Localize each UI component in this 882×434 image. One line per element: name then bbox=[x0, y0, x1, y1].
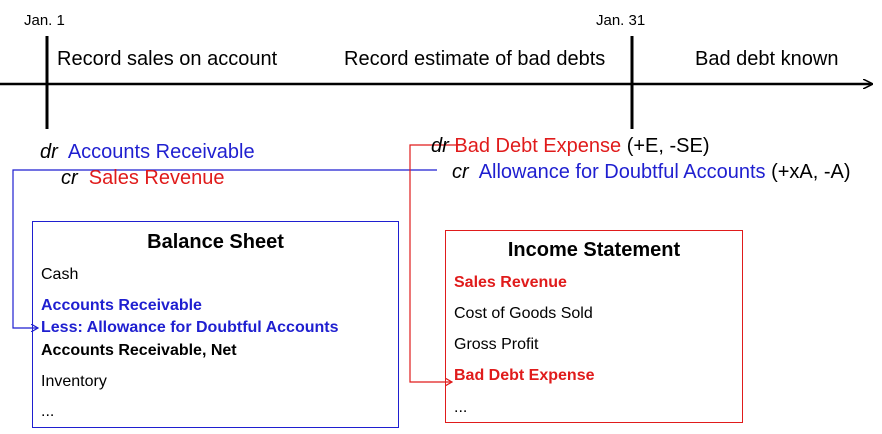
is-row-gross-profit: Gross Profit bbox=[454, 336, 539, 353]
is-row-sales-revenue: Sales Revenue bbox=[454, 274, 567, 291]
entry-sale-credit: cr Sales Revenue bbox=[61, 167, 224, 190]
bad-debt-expense-account: Bad Debt Expense bbox=[454, 135, 622, 157]
balance-sheet-title: Balance Sheet bbox=[147, 231, 284, 253]
sales-revenue-account: Sales Revenue bbox=[88, 167, 225, 189]
dr-prefix: dr bbox=[40, 141, 58, 163]
phase-record-estimate: Record estimate of bad debts bbox=[344, 48, 606, 70]
balance-sheet-box: Balance Sheet Cash Accounts Receivable L… bbox=[32, 221, 399, 428]
phase-record-sales: Record sales on account bbox=[57, 48, 278, 70]
cr-prefix: cr bbox=[452, 161, 469, 183]
entry-sale-debit: dr Accounts Receivable bbox=[40, 141, 255, 164]
date-end: Jan. 31 bbox=[596, 12, 646, 29]
cr-effect: (+xA, -A) bbox=[771, 161, 851, 183]
entry-estimate-credit: cr Allowance for Doubtful Accounts (+xA,… bbox=[452, 161, 851, 184]
income-statement-title: Income Statement bbox=[507, 239, 681, 261]
cr-prefix: cr bbox=[61, 167, 78, 189]
dr-prefix: dr bbox=[431, 135, 449, 157]
is-row-bad-debt-expense: Bad Debt Expense bbox=[454, 367, 595, 384]
income-statement-box: Income Statement Sales Revenue Cost of G… bbox=[445, 230, 743, 423]
bs-row-inventory: Inventory bbox=[41, 373, 107, 390]
entry-estimate-debit: dr Bad Debt Expense (+E, -SE) bbox=[431, 135, 710, 158]
bs-row-accounts-receivable: Accounts Receivable bbox=[41, 297, 202, 314]
phase-bad-debt-known: Bad debt known bbox=[695, 48, 839, 70]
date-start: Jan. 1 bbox=[24, 12, 65, 29]
bs-row-ellipsis: ... bbox=[41, 403, 55, 420]
bs-row-less-allowance: Less: Allowance for Doubtful Accounts bbox=[41, 319, 339, 336]
accounts-receivable-account: Accounts Receivable bbox=[67, 141, 255, 163]
bs-row-cash: Cash bbox=[41, 266, 79, 283]
dr-effect: (+E, -SE) bbox=[626, 135, 710, 157]
bs-row-ar-net: Accounts Receivable, Net bbox=[41, 342, 237, 359]
is-row-ellipsis: ... bbox=[454, 399, 468, 416]
is-row-cogs: Cost of Goods Sold bbox=[454, 305, 593, 322]
allowance-account: Allowance for Doubtful Accounts bbox=[478, 161, 766, 183]
